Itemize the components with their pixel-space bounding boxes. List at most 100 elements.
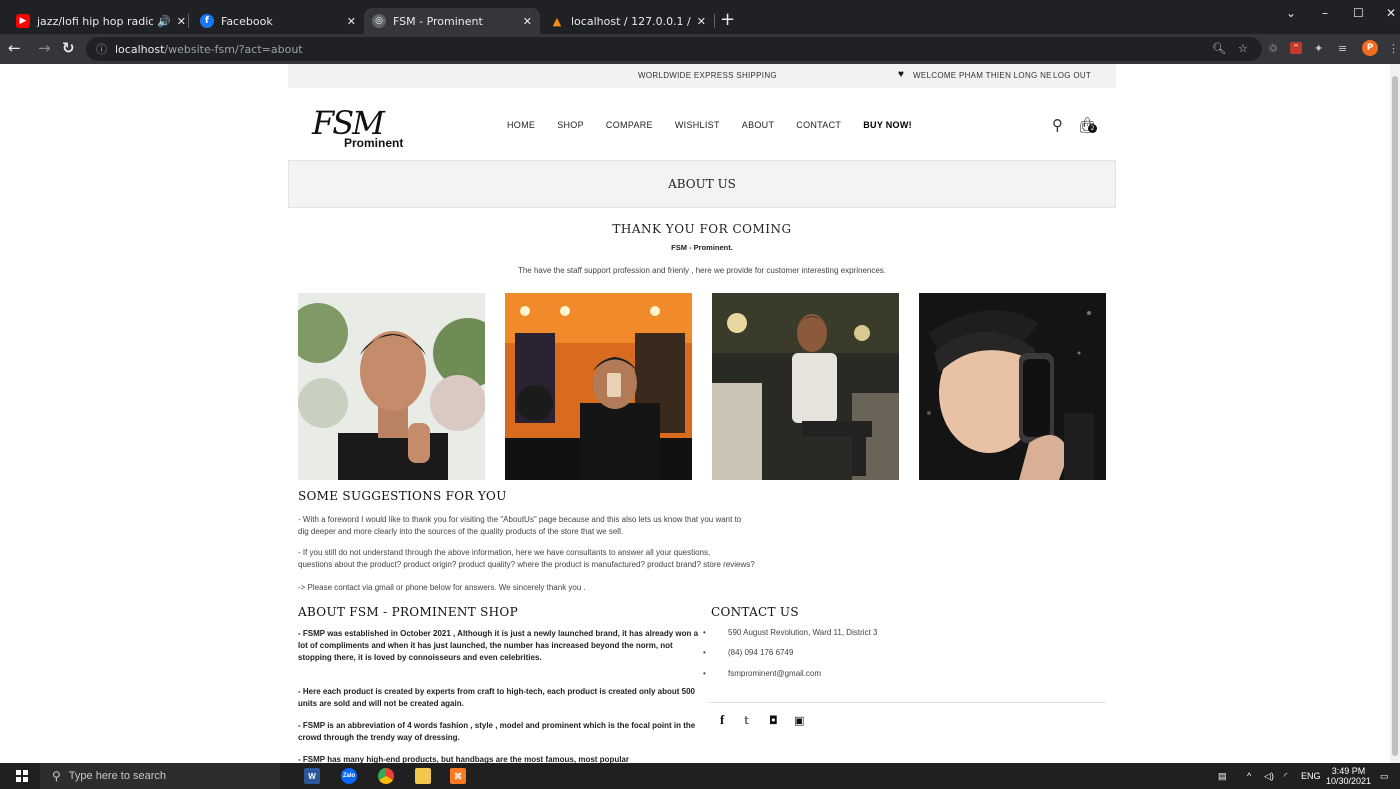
logo-sub-text: Prominent (344, 136, 404, 150)
close-tab-icon[interactable]: ✕ (177, 15, 186, 28)
back-arrow-icon[interactable]: ← (8, 40, 21, 56)
extension-recycle-icon[interactable]: ♲ (1268, 42, 1278, 55)
tab-youtube[interactable]: ▶ jazz/lofi hip hop radio🌴chill 🔊 ✕ (8, 8, 194, 34)
tab-facebook[interactable]: f Facebook ✕ (192, 8, 364, 34)
windows-taskbar: ⚲ Type here to search W Zalo ⌘ ▤ ^ ◁) ◜ … (0, 763, 1400, 789)
page-viewport: WORLDWIDE EXPRESS SHIPPING ♥ WELCOME PHA… (0, 64, 1400, 763)
minimize-button[interactable]: – (1322, 6, 1328, 20)
browser-tabstrip: ▶ jazz/lofi hip hop radio🌴chill 🔊 ✕ f Fa… (0, 0, 1400, 34)
contact-phone: • (84) 094 176 6749 (703, 648, 793, 657)
extension-adblock-icon[interactable]: ^ (1290, 42, 1302, 54)
clock-time: 3:49 PM (1331, 766, 1366, 776)
nav-about[interactable]: ABOUT (742, 120, 775, 130)
twitter-icon[interactable]: 𝕥 (744, 714, 749, 727)
chevron-up-icon[interactable]: ^ (1247, 771, 1251, 781)
taskbar-clock[interactable]: 3:49 PM 10/30/2021 (1326, 766, 1371, 786)
forward-arrow-icon[interactable]: → (38, 40, 51, 56)
about-paragraph-4: - FSMP has many high-end products, but h… (298, 755, 629, 763)
maximize-button[interactable]: ☐ (1353, 6, 1364, 20)
youtube-icon[interactable]: ▣ (794, 714, 804, 727)
word-icon[interactable]: W (304, 768, 320, 784)
new-tab-button[interactable]: + (720, 11, 735, 29)
facebook-icon: f (200, 14, 214, 28)
reading-list-icon[interactable]: ≡ (1338, 42, 1347, 55)
chrome-icon[interactable] (378, 768, 394, 784)
profile-avatar[interactable]: P (1362, 40, 1378, 56)
menu-kebab-icon[interactable]: ⋮ (1388, 42, 1399, 55)
contact-phone-text: (84) 094 176 6749 (728, 648, 794, 657)
tab-phpmyadmin[interactable]: ▲ localhost / 127.0.0.1 / websitefsm ✕ (542, 8, 714, 34)
search-icon: ⚲ (52, 769, 61, 783)
nav-shop[interactable]: SHOP (557, 120, 584, 130)
team-photo-4 (919, 293, 1106, 480)
nav-buy-now[interactable]: BUY NOW! (863, 120, 912, 130)
top-info-bar: WORLDWIDE EXPRESS SHIPPING ♥ WELCOME PHA… (288, 64, 1116, 88)
close-tab-icon[interactable]: ✕ (347, 15, 356, 28)
contact-email: • fsmprominent@gmail.com (703, 669, 821, 678)
bookmark-star-icon[interactable]: ☆ (1238, 42, 1248, 55)
contact-heading: CONTACT US (711, 605, 799, 619)
instagram-icon[interactable]: ◘ (769, 714, 778, 727)
suggestion-line: - If you still do not understand through… (298, 548, 711, 557)
page-title-banner: ABOUT US (288, 160, 1116, 208)
logout-link[interactable]: LOG OUT (1053, 71, 1091, 80)
team-photo-2 (505, 293, 692, 480)
taskbar-search-box[interactable]: ⚲ Type here to search (40, 763, 280, 789)
wifi-icon[interactable]: ◜ (1284, 771, 1288, 782)
close-tab-icon[interactable]: ✕ (697, 15, 706, 28)
facebook-icon[interactable]: f (720, 712, 724, 728)
language-indicator[interactable]: ENG (1301, 771, 1321, 781)
cart-count-badge: 2 (1088, 124, 1097, 133)
about-paragraph-2: - Here each product is created by expert… (298, 687, 695, 708)
url-path: /website-fsm/?act=about (164, 42, 303, 56)
suggestion-paragraph-1: - With a foreword I would like to thank … (298, 514, 878, 538)
tab-label: Facebook (221, 14, 273, 28)
nav-compare[interactable]: COMPARE (606, 120, 653, 130)
welcome-message: WELCOME PHAM THIEN LONG NE (913, 71, 1052, 80)
tab-fsm-prominent[interactable]: ◎ FSM - Prominent ✕ (364, 8, 540, 34)
volume-icon[interactable]: ◁) (1264, 771, 1274, 782)
thanks-heading: THANK YOU FOR COMING (612, 222, 792, 236)
xampp-icon[interactable]: ⌘ (450, 768, 466, 784)
suggestion-line: questions about the product? product ori… (298, 560, 755, 569)
file-explorer-icon[interactable] (415, 768, 431, 784)
contact-email-text[interactable]: fsmprominent@gmail.com (728, 669, 821, 678)
reload-icon[interactable]: ↻ (62, 40, 75, 56)
address-bar[interactable]: ⓘ localhost /website-fsm/?act=about (86, 37, 1262, 61)
taskbar-search-placeholder: Type here to search (68, 770, 167, 782)
windows-start-icon[interactable] (16, 770, 28, 782)
nav-contact[interactable]: CONTACT (796, 120, 841, 130)
tab-separator (714, 14, 715, 28)
tab-label: jazz/lofi hip hop radio🌴chill (37, 14, 154, 28)
divider (708, 702, 1106, 703)
extensions-puzzle-icon[interactable]: ✦ (1314, 42, 1323, 55)
heart-icon: ♥ (898, 69, 905, 80)
scrollbar-thumb[interactable] (1392, 76, 1398, 756)
suggestion-paragraph-3: -> Please contact via gmail or phone bel… (298, 583, 586, 592)
site-container: WORLDWIDE EXPRESS SHIPPING ♥ WELCOME PHA… (288, 64, 1116, 763)
notification-icon[interactable]: ▭ (1380, 771, 1389, 782)
site-info-icon[interactable]: ⓘ (96, 41, 107, 57)
zoom-icon[interactable]: 🔍︎ (1212, 42, 1226, 55)
close-tab-icon[interactable]: ✕ (523, 15, 532, 28)
search-icon[interactable]: ⚲ (1052, 116, 1063, 134)
clock-date: 10/30/2021 (1326, 776, 1372, 786)
site-logo[interactable]: FSM Prominent (312, 104, 412, 154)
tab-search-icon[interactable]: ⌄ (1286, 6, 1296, 20)
audio-icon[interactable]: 🔊 (157, 15, 171, 28)
zalo-icon[interactable]: Zalo (341, 768, 357, 784)
nav-wishlist[interactable]: WISHLIST (675, 120, 720, 130)
tab-label: FSM - Prominent (393, 14, 483, 28)
team-photo-1 (298, 293, 485, 480)
tab-label: localhost / 127.0.0.1 / websitefsm (571, 14, 691, 28)
nav-home[interactable]: HOME (507, 120, 535, 130)
contact-address: • 590 August Revolution, Ward 11, Distri… (703, 628, 877, 637)
close-window-button[interactable]: ✕ (1386, 6, 1396, 20)
keyboard-icon[interactable]: ▤ (1218, 771, 1227, 782)
about-paragraph-1: - FSMP was established in October 2021 ,… (298, 629, 699, 662)
page-title: ABOUT US (668, 177, 736, 191)
about-shop-heading: ABOUT FSM - PROMINENT SHOP (298, 605, 518, 619)
tab-separator (188, 14, 189, 28)
page-scrollbar[interactable] (1390, 64, 1400, 763)
main-navigation: HOME SHOP COMPARE WISHLIST ABOUT CONTACT… (507, 120, 934, 130)
